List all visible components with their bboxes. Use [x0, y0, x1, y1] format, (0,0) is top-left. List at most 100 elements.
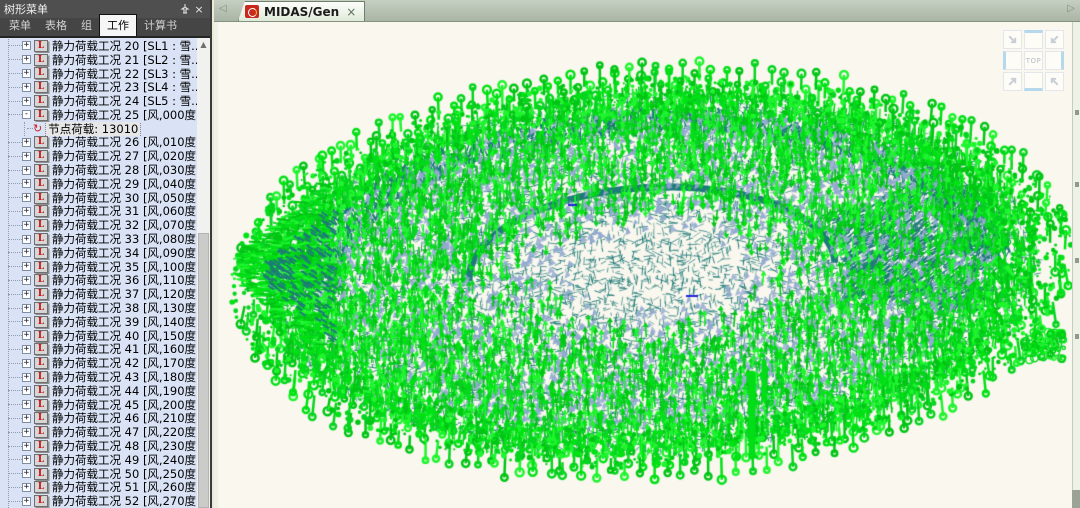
tree-row[interactable]: +L静力荷载工况 49 [风,240度...	[0, 453, 197, 467]
expand-toggle-icon[interactable]: +	[22, 345, 31, 354]
tab-scroll-right-icon[interactable]: ▷	[1067, 3, 1075, 14]
expand-toggle-icon[interactable]: +	[22, 55, 31, 64]
tree-row[interactable]: +L静力荷载工况 48 [风,230度...	[0, 439, 197, 453]
tree-child-row[interactable]: ↻节点荷载: 13010	[0, 122, 197, 136]
tree-row[interactable]: +L静力荷载工况 50 [风,250度...	[0, 467, 197, 481]
expand-toggle-icon[interactable]: -	[22, 110, 31, 119]
expand-toggle-icon[interactable]: +	[22, 152, 31, 161]
tree-row[interactable]: +L静力荷载工况 32 [风,070度...	[0, 218, 197, 232]
tree-row[interactable]: +L静力荷载工况 20 [SL1 : 雪...	[0, 39, 197, 53]
tree-branch-line	[8, 501, 22, 502]
expand-toggle-icon[interactable]: +	[22, 373, 31, 382]
expand-toggle-icon[interactable]: +	[22, 193, 31, 202]
expand-toggle-icon[interactable]: +	[22, 400, 31, 409]
tree-row[interactable]: +L静力荷载工况 35 [风,100度...	[0, 260, 197, 274]
panel-tab-2[interactable]: 组	[74, 15, 99, 36]
expand-toggle-icon[interactable]: +	[22, 83, 31, 92]
tree-row[interactable]: +L静力荷载工况 41 [风,160度...	[0, 343, 197, 357]
expand-toggle-icon[interactable]: +	[22, 386, 31, 395]
expand-toggle-icon[interactable]: +	[22, 414, 31, 423]
view-top-edge-button[interactable]	[1024, 30, 1043, 49]
expand-toggle-icon[interactable]: +	[22, 248, 31, 257]
tree-row[interactable]: +L静力荷载工况 52 [风,270度...	[0, 494, 197, 508]
expand-toggle-icon[interactable]: +	[22, 221, 31, 230]
tree-row[interactable]: +L静力荷载工况 47 [风,220度...	[0, 425, 197, 439]
tree-row[interactable]: +L静力荷载工况 27 [风,020度...	[0, 149, 197, 163]
expand-toggle-icon[interactable]: +	[22, 428, 31, 437]
expand-toggle-icon[interactable]: +	[22, 442, 31, 451]
tree-row[interactable]: -L静力荷载工况 25 [风,000度...	[0, 108, 197, 122]
view-corner-se-button[interactable]	[1003, 30, 1022, 49]
expand-toggle-icon[interactable]: +	[22, 235, 31, 244]
view-bottom-edge-button[interactable]	[1024, 72, 1043, 91]
tree-row[interactable]: +L静力荷载工况 28 [风,030度...	[0, 163, 197, 177]
tree-row[interactable]: +L静力荷载工况 21 [SL2 : 雪...	[0, 53, 197, 67]
tree-row-label: 静力荷载工况 47 [风,220度...	[52, 425, 197, 439]
tree-row[interactable]: +L静力荷载工况 39 [风,140度...	[0, 315, 197, 329]
tree-row[interactable]: +L静力荷载工况 24 [SL5 : 雪...	[0, 94, 197, 108]
tree-row[interactable]: +L静力荷载工况 37 [风,120度...	[0, 287, 197, 301]
expand-toggle-icon[interactable]: +	[22, 359, 31, 368]
panel-tab-0[interactable]: 菜单	[2, 15, 38, 36]
expand-toggle-icon[interactable]: +	[22, 262, 31, 271]
panel-tab-4[interactable]: 计算书	[137, 15, 184, 36]
expand-toggle-icon[interactable]: +	[22, 290, 31, 299]
expand-toggle-icon[interactable]: +	[22, 497, 31, 506]
expand-toggle-icon[interactable]: +	[22, 304, 31, 313]
view-corner-nw-button[interactable]	[1045, 72, 1064, 91]
pin-icon[interactable]	[178, 2, 192, 16]
view-right-edge-button[interactable]	[1045, 51, 1064, 70]
expand-toggle-icon[interactable]: +	[22, 276, 31, 285]
tree-row[interactable]: +L静力荷载工况 26 [风,010度...	[0, 136, 197, 150]
view-left-edge-button[interactable]	[1003, 51, 1022, 70]
tree-row[interactable]: +L静力荷载工况 44 [风,190度...	[0, 384, 197, 398]
expand-toggle-icon[interactable]: +	[22, 469, 31, 478]
view-top-button[interactable]: TOP	[1024, 51, 1043, 70]
expand-toggle-icon[interactable]: +	[22, 331, 31, 340]
tree-row[interactable]: +L静力荷载工况 22 [SL3 : 雪...	[0, 67, 197, 81]
tab-close-icon[interactable]: ×	[346, 5, 356, 19]
tree-row[interactable]: +L静力荷载工况 42 [风,170度...	[0, 356, 197, 370]
panel-tab-3[interactable]: 工作	[99, 14, 137, 36]
tree-scrollbar[interactable]: ▲	[197, 38, 210, 508]
tree-row[interactable]: +L静力荷载工况 38 [风,130度...	[0, 301, 197, 315]
viewport-right-frame	[1072, 22, 1080, 508]
tab-midas-gen[interactable]: MIDAS/Gen ×	[238, 1, 365, 21]
expand-toggle-icon[interactable]: +	[22, 69, 31, 78]
tree-row[interactable]: +L静力荷载工况 51 [风,260度...	[0, 481, 197, 495]
tree-row[interactable]: +L 静力荷载工况 36 [风,110度...	[0, 274, 197, 288]
expand-toggle-icon[interactable]: +	[22, 166, 31, 175]
tree-branch-line	[8, 432, 22, 433]
view-corner-sw-button[interactable]	[1045, 30, 1064, 49]
expand-toggle-icon[interactable]: +	[22, 97, 31, 106]
tree-row-label: 静力荷载工况 36 [风,110度...	[52, 274, 197, 288]
scrollbar-up-icon[interactable]: ▲	[197, 38, 210, 52]
tree-row[interactable]: +L静力荷载工况 33 [风,080度...	[0, 232, 197, 246]
tree-row[interactable]: +L静力荷载工况 34 [风,090度...	[0, 246, 197, 260]
expand-toggle-icon[interactable]: +	[22, 455, 31, 464]
view-corner-ne-button[interactable]	[1003, 72, 1022, 91]
stadium-roof-wind-load-model[interactable]	[218, 22, 1072, 506]
scrollbar-thumb[interactable]	[198, 233, 209, 508]
model-viewport[interactable]: TOP	[214, 22, 1080, 508]
tree-row[interactable]: +L静力荷载工况 30 [风,050度...	[0, 191, 197, 205]
expand-toggle-icon[interactable]: +	[22, 41, 31, 50]
expand-toggle-icon[interactable]: +	[22, 179, 31, 188]
tree-row[interactable]: +L静力荷载工况 29 [风,040度...	[0, 177, 197, 191]
tree-row[interactable]: +L静力荷载工况 43 [风,180度...	[0, 370, 197, 384]
tree-row-label: 静力荷载工况 40 [风,150度...	[52, 329, 197, 343]
expand-toggle-icon[interactable]: +	[22, 207, 31, 216]
close-icon[interactable]: ×	[192, 2, 206, 16]
load-case-icon: L	[34, 385, 48, 397]
expand-toggle-icon[interactable]: +	[22, 483, 31, 492]
tree-row[interactable]: +L静力荷载工况 46 [风,210度...	[0, 412, 197, 426]
tree-row[interactable]: +L静力荷载工况 31 [风,060度...	[0, 205, 197, 219]
expand-toggle-icon[interactable]: +	[22, 138, 31, 147]
tab-scroll-left-icon[interactable]: ◁	[219, 3, 227, 14]
tree-row[interactable]: +L静力荷载工况 23 [SL4 : 雪...	[0, 80, 197, 94]
tree-row[interactable]: +L静力荷载工况 40 [风,150度...	[0, 329, 197, 343]
load-case-icon: L	[34, 274, 48, 286]
expand-toggle-icon[interactable]: +	[22, 317, 31, 326]
panel-tab-1[interactable]: 表格	[38, 15, 74, 36]
tree-row[interactable]: +L静力荷载工况 45 [风,200度...	[0, 398, 197, 412]
